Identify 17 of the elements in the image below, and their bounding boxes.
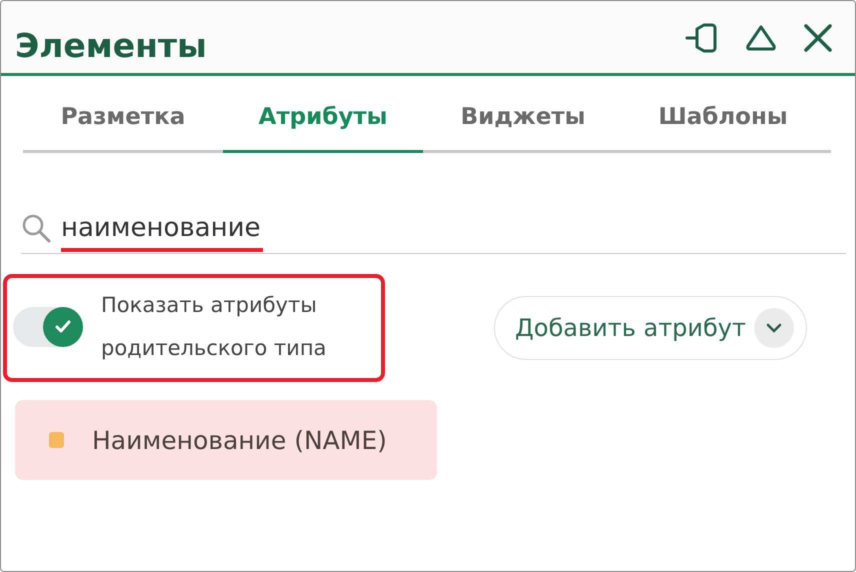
toggle-label: Показать атрибуты родительского типа [101, 292, 328, 362]
close-icon[interactable] [803, 23, 833, 53]
pin-icon[interactable] [685, 23, 719, 53]
tab[interactable]: Виджеты [423, 104, 623, 153]
search-icon [21, 213, 51, 243]
triangle-icon[interactable] [745, 24, 777, 52]
chevron-icon [754, 308, 794, 348]
attribute-item[interactable]: Наименование (NAME) [15, 400, 437, 480]
tab[interactable]: Шаблоны [623, 104, 823, 153]
search-field[interactable]: наименование [21, 203, 846, 254]
toggle-switch[interactable] [13, 307, 83, 347]
tab[interactable]: Атрибуты [223, 104, 423, 153]
tab[interactable]: Разметка [23, 104, 223, 153]
check-icon [55, 320, 71, 334]
add-attribute-button[interactable]: Добавить атрибут [494, 296, 807, 360]
attribute-label: Наименование (NAME) [92, 426, 387, 454]
window-title: Элементы [15, 26, 207, 65]
